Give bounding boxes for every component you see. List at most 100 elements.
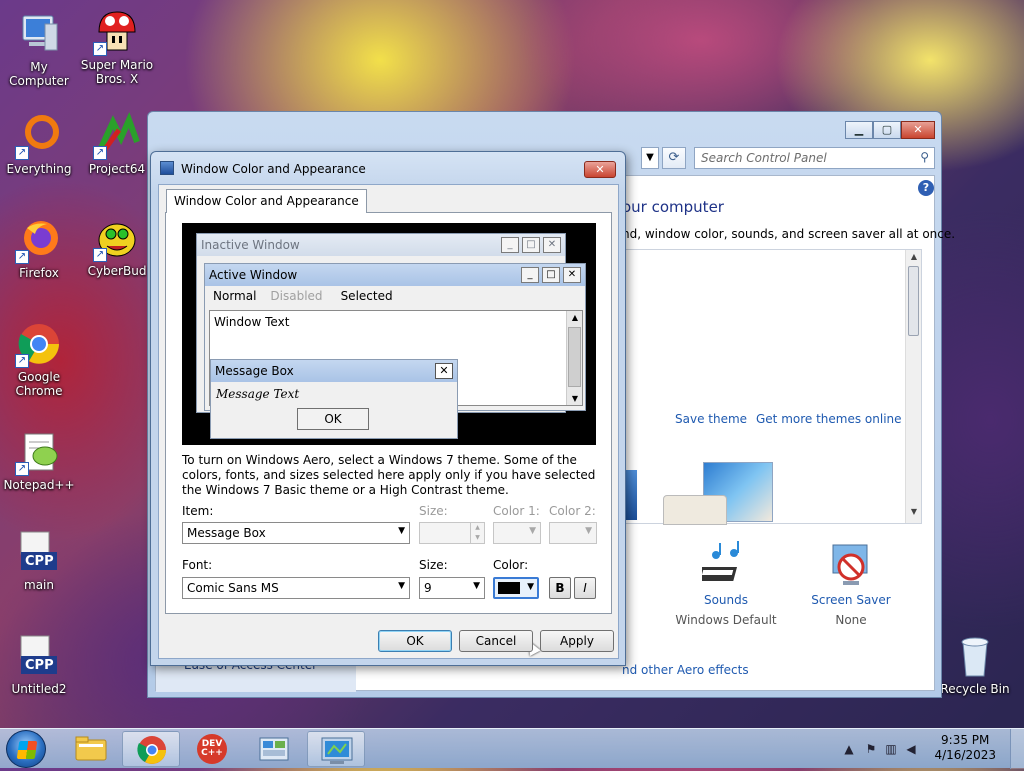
cancel-button[interactable]: Cancel (459, 630, 533, 652)
scroll-up-icon: ▲ (571, 313, 579, 322)
font-select[interactable]: Comic Sans MS ▼ (182, 577, 410, 599)
preview-ok-button[interactable]: OK (297, 408, 369, 430)
project64-icon: ↗ (93, 111, 141, 160)
start-button[interactable] (6, 730, 46, 768)
scroll-thumb (568, 327, 581, 387)
window-color-dialog[interactable]: Window Color and Appearance ✕ Window Col… (150, 151, 626, 666)
search-icon: ⚲ (920, 150, 929, 164)
scroll-up-icon[interactable]: ▲ (906, 252, 922, 266)
italic-button[interactable]: I (574, 577, 596, 599)
desktop-icon-label: CyberBud (87, 264, 147, 278)
system-tray: ▲ ⚑ ▥ ◀ 9:35 PM 4/16/2023 (834, 729, 1024, 769)
action-center-icon[interactable]: ⚑ (864, 742, 878, 756)
desktop-icon-label: My Computer (9, 60, 69, 88)
dialog-close-button[interactable]: ✕ (584, 161, 616, 178)
ok-button[interactable]: OK (378, 630, 452, 652)
aero-effects-link[interactable]: nd other Aero effects (622, 663, 749, 677)
cyberbud-icon: ↗ (93, 214, 141, 262)
cpp-file-icon: CPP (15, 528, 63, 576)
themes-list[interactable]: ▲ ▼ Save theme Get more themes online (622, 249, 922, 525)
minimize-button[interactable]: ▁ (845, 121, 873, 139)
help-icon[interactable]: ? (918, 180, 934, 196)
search-input[interactable]: Search Control Panel ⚲ (694, 147, 935, 169)
close-icon: ✕ (435, 363, 453, 379)
network-icon[interactable]: ▥ (884, 742, 898, 756)
preview-menu[interactable]: Normal Disabled Selected (205, 286, 585, 306)
chevron-down-icon: ▼ (529, 526, 536, 536)
get-more-themes-link[interactable]: Get more themes online (756, 412, 902, 426)
window-color-icon (160, 161, 174, 175)
preview-active-titlebar[interactable]: Active Window _ □ ✕ (205, 264, 585, 286)
dialog-title: Window Color and Appearance (181, 162, 366, 176)
themes-scrollbar[interactable]: ▲ ▼ (905, 250, 921, 523)
preview-menu-normal[interactable]: Normal (213, 289, 256, 306)
desktop-icon-untitled2[interactable]: CPP Untitled2 (0, 632, 79, 696)
desktop-icon-chrome[interactable]: ↗ Google Chrome (0, 320, 79, 398)
address-dropdown-button[interactable]: ▼ (641, 147, 659, 169)
desktop-icon-everything[interactable]: ↗ Everything (0, 112, 79, 176)
close-button[interactable]: ✕ (901, 121, 935, 139)
clock[interactable]: 9:35 PM 4/16/2023 (934, 733, 996, 763)
maximize-button[interactable]: ▢ (873, 121, 901, 139)
desktop-icon-cyberbud[interactable]: ↗ CyberBud (77, 214, 157, 278)
desktop-icon-main[interactable]: CPP main (0, 528, 79, 592)
taskbar-devcpp[interactable]: DEV C++ (183, 731, 241, 767)
preview-message-text[interactable]: Message Text (211, 382, 457, 406)
item-size-input[interactable]: ▲ ▼ (419, 522, 485, 544)
font-label: Font: (182, 558, 213, 572)
chevron-down-icon: ▼ (473, 581, 480, 591)
show-hidden-icons-icon[interactable]: ▲ (842, 742, 856, 756)
desktop-icon-label: Firefox (19, 266, 59, 280)
preview-menu-selected[interactable]: Selected (336, 287, 397, 305)
computer-icon (15, 10, 63, 58)
theme-thumbnail[interactable] (663, 495, 727, 525)
font-size-label: Size: (419, 558, 448, 572)
desktop-icon-label: main (24, 578, 54, 592)
shortcut-arrow-icon: ↗ (15, 250, 29, 264)
item-size-label: Size: (419, 504, 448, 518)
theme-thumbnails[interactable] (623, 462, 773, 525)
refresh-button[interactable]: ⟳ (662, 147, 686, 169)
preview-scrollbar[interactable]: ▲ ▼ (566, 311, 582, 405)
item-select[interactable]: Message Box ▼ (182, 522, 410, 544)
desktop-icon-notepadpp[interactable]: ↗ Notepad++ (0, 428, 79, 492)
desktop-icon-my-computer[interactable]: My Computer (0, 10, 79, 88)
desktop-icon-super-mario[interactable]: ↗ Super Mario Bros. X (77, 8, 157, 86)
preview-menu-disabled[interactable]: Disabled (270, 289, 322, 306)
show-desktop-button[interactable] (1010, 729, 1024, 769)
screen-saver-setting[interactable]: Screen Saver None (796, 541, 906, 627)
item-label: Item: (182, 504, 214, 518)
firefox-icon: ↗ (15, 216, 63, 264)
scroll-thumb[interactable] (908, 266, 919, 336)
apply-button[interactable]: Apply (540, 630, 614, 652)
shortcut-arrow-icon: ↗ (15, 354, 29, 368)
scroll-down-icon[interactable]: ▼ (906, 507, 922, 521)
desktop-icon-recycle-bin[interactable]: Recycle Bin (935, 632, 1015, 696)
font-color-picker[interactable]: ▼ (493, 577, 539, 599)
scroll-down-icon: ▼ (571, 394, 579, 403)
minimize-icon: _ (501, 237, 519, 253)
save-theme-link[interactable]: Save theme (675, 412, 747, 426)
preview-inactive-titlebar[interactable]: Inactive Window _ □ ✕ (197, 234, 565, 256)
color1-picker[interactable]: ▼ (493, 522, 541, 544)
bold-button[interactable]: B (549, 577, 571, 599)
taskbar-display-settings[interactable] (307, 731, 365, 767)
volume-icon[interactable]: ◀ (904, 742, 918, 756)
desktop-icon-firefox[interactable]: ↗ Firefox (0, 216, 79, 280)
shortcut-arrow-icon: ↗ (93, 42, 107, 56)
appearance-preview[interactable]: Inactive Window _ □ ✕ Active Window _ □ ✕ No… (182, 223, 596, 445)
preview-message-titlebar[interactable]: Message Box ✕ (211, 360, 457, 382)
tab-window-color[interactable]: Window Color and Appearance (166, 189, 367, 213)
spinner-icon: ▲ ▼ (470, 523, 484, 543)
taskbar-chrome[interactable] (122, 731, 180, 767)
shortcut-arrow-icon: ↗ (15, 146, 29, 160)
sounds-setting[interactable]: Sounds Windows Default (671, 541, 781, 627)
color2-picker[interactable]: ▼ (549, 522, 597, 544)
taskbar-explorer[interactable] (62, 731, 120, 767)
preview-message-box[interactable]: Message Box ✕ Message Text OK (210, 359, 458, 439)
everything-icon: ↗ (15, 112, 63, 160)
shortcut-arrow-icon: ↗ (15, 462, 29, 476)
font-size-select[interactable]: 9 ▼ (419, 577, 485, 599)
taskbar-control-panel[interactable] (245, 731, 303, 767)
desktop-icon-project64[interactable]: ↗ Project64 (77, 111, 157, 176)
